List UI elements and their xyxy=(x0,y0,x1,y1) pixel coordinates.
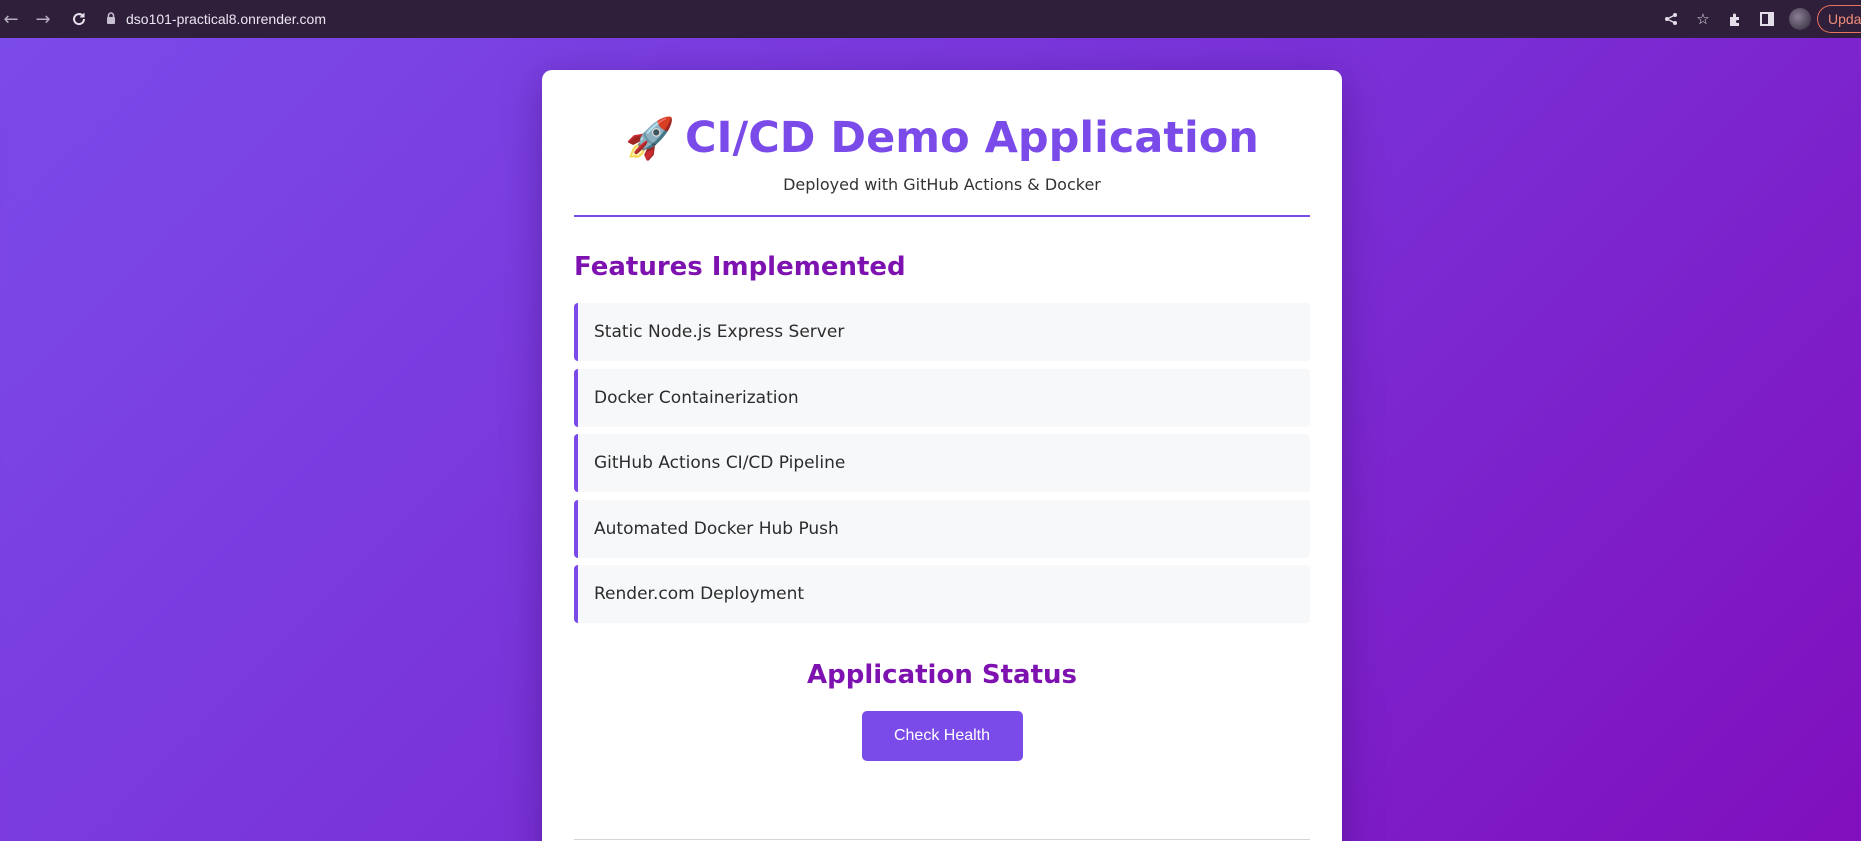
list-item: Automated Docker Hub Push xyxy=(574,499,1310,558)
profile-avatar[interactable] xyxy=(1789,8,1811,30)
features-heading: Features Implemented xyxy=(574,252,906,282)
status-heading: Application Status xyxy=(806,660,1077,690)
main-card: 🚀 CI/CD Demo Application Deployed with Gi… xyxy=(542,70,1342,841)
list-item: Static Node.js Express Server xyxy=(574,303,1310,361)
list-item: Render.com Deployment xyxy=(574,565,1310,623)
subtitle: Deployed with GitHub Actions & Docker xyxy=(783,175,1101,194)
address-bar[interactable]: dso101-practical8.onrender.com xyxy=(106,5,1655,33)
page-title: 🚀 CI/CD Demo Application xyxy=(574,112,1310,165)
back-arrow-icon[interactable]: ← xyxy=(0,6,22,32)
button-wrapper: Check Health xyxy=(574,711,1310,761)
extensions-icon[interactable] xyxy=(1719,5,1751,33)
url-text: dso101-practical8.onrender.com xyxy=(126,11,327,27)
check-health-button[interactable]: Check Health xyxy=(861,711,1023,761)
feature-list: Static Node.js Express Server Docker Con… xyxy=(574,303,1310,623)
page-title-text: CI/CD Demo Application xyxy=(684,113,1259,163)
rocket-icon: 🚀 xyxy=(625,116,675,162)
sidebar-icon[interactable] xyxy=(1751,5,1783,33)
update-button[interactable]: Update xyxy=(1817,5,1861,33)
lock-icon xyxy=(106,11,126,27)
list-item: GitHub Actions CI/CD Pipeline xyxy=(574,434,1310,492)
bookmark-star-icon[interactable]: ☆ xyxy=(1687,5,1719,33)
list-item: Docker Containerization xyxy=(574,368,1310,427)
footer-divider xyxy=(574,839,1310,840)
forward-arrow-icon[interactable]: → xyxy=(30,6,56,32)
header-divider xyxy=(574,215,1310,217)
reload-icon[interactable] xyxy=(66,6,92,32)
browser-toolbar: ← → dso101-practical8.onrender.com ☆ Upd… xyxy=(0,0,1861,38)
share-icon[interactable] xyxy=(1655,5,1687,33)
